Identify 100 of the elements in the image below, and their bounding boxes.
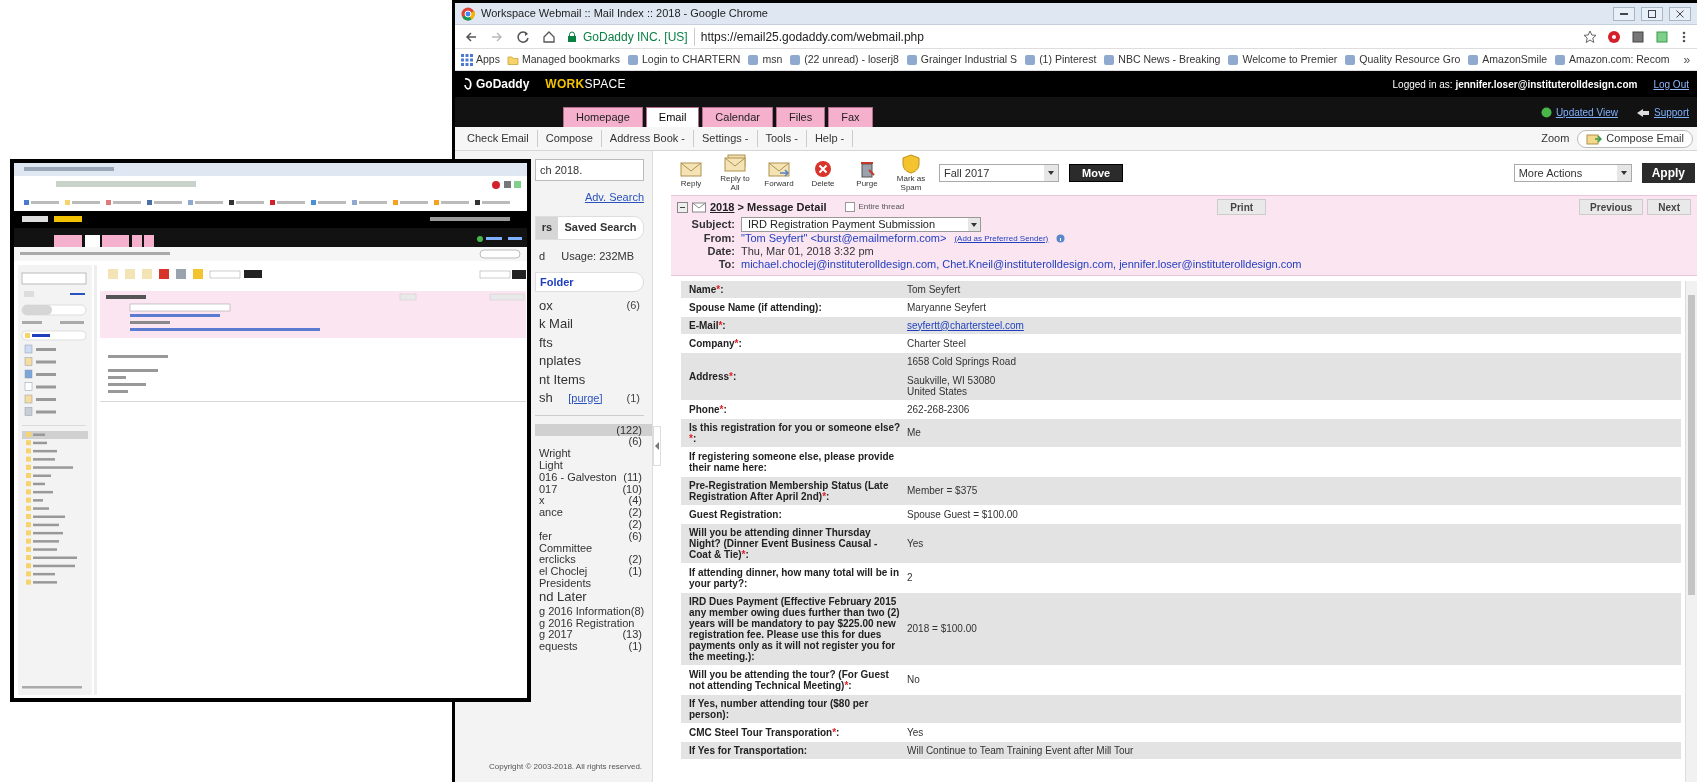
menu-item[interactable]: Compose bbox=[537, 130, 602, 147]
reload-button[interactable] bbox=[515, 28, 531, 45]
folder-item[interactable]: nt Items bbox=[539, 369, 586, 389]
folder-item[interactable]: g 2016 Information(8) bbox=[535, 605, 652, 617]
next-button[interactable]: Next bbox=[1647, 199, 1691, 216]
more-bookmarks-button[interactable]: » bbox=[1683, 50, 1691, 69]
menu-item[interactable]: Check Email bbox=[459, 130, 538, 147]
toolbar-button[interactable]: Delete bbox=[803, 158, 843, 188]
new-folder-button[interactable]: Folder bbox=[535, 272, 644, 292]
folder-item[interactable]: k Mail bbox=[539, 314, 573, 334]
field-value: Tom Seyfert bbox=[907, 283, 962, 295]
support-link[interactable]: Support bbox=[1635, 104, 1689, 120]
nav-tab[interactable]: Calendar bbox=[702, 107, 773, 127]
purge-link[interactable]: [purge] bbox=[568, 389, 603, 406]
bookmark-link[interactable]: NBC News - Breaking bbox=[1103, 51, 1221, 68]
menu-item[interactable]: Help - bbox=[806, 130, 854, 147]
folder-item[interactable]: Light bbox=[535, 459, 652, 472]
folder-item[interactable]: el Choclej (1) bbox=[535, 565, 652, 578]
collapse-box-icon[interactable] bbox=[677, 201, 688, 213]
toolbar-button[interactable]: Reply bbox=[671, 158, 711, 188]
maximize-button[interactable] bbox=[1641, 6, 1663, 21]
bookmark-link[interactable]: Login to CHARTERN bbox=[627, 51, 741, 68]
email-link[interactable]: seyfertt@chartersteel.com bbox=[907, 319, 1024, 331]
folder-item[interactable]: fts bbox=[539, 332, 553, 352]
bookmark-link[interactable]: (1) Pinterest bbox=[1024, 51, 1097, 68]
scrollbar[interactable] bbox=[1685, 280, 1697, 782]
bookmark-link[interactable]: Amazon.com: Recom bbox=[1554, 51, 1670, 68]
nav-tab[interactable]: Homepage bbox=[563, 107, 643, 127]
favicon-icon bbox=[905, 53, 918, 66]
field-value: Spouse Guest = $100.00 bbox=[907, 508, 1019, 520]
folder-item[interactable]: sh bbox=[539, 388, 553, 408]
bookmark-link[interactable]: Grainger Industrial S bbox=[905, 51, 1018, 68]
bookmark-link[interactable]: Quality Resource Gro bbox=[1344, 51, 1461, 68]
collapse-sidebar-button[interactable] bbox=[653, 426, 661, 466]
toolbar-button[interactable]: Reply to All bbox=[715, 154, 755, 192]
lock-icon bbox=[567, 30, 577, 43]
bookmark-link[interactable]: Managed bookmarks bbox=[506, 51, 620, 68]
caret-icon bbox=[1616, 165, 1631, 181]
folder-item[interactable]: Committee bbox=[535, 541, 652, 554]
compose-email-button[interactable]: Compose Email bbox=[1577, 129, 1693, 148]
subject-select[interactable]: IRD Registration Payment Submission bbox=[741, 216, 981, 232]
window-title: Workspace Webmail :: Mail Index :: 2018 - Google Chrome bbox=[481, 6, 768, 22]
folder-item[interactable]: 017 (10) bbox=[535, 483, 652, 495]
folder-item[interactable]: (2) bbox=[535, 518, 652, 531]
folder-item[interactable]: 016 - Galveston (11) bbox=[535, 471, 652, 483]
folder-item[interactable]: ox bbox=[539, 295, 553, 315]
folder-item[interactable]: Presidents bbox=[535, 577, 652, 590]
nav-tab[interactable]: Email bbox=[645, 107, 700, 127]
search-field[interactable]: ch 2018. bbox=[535, 159, 644, 181]
folder-item[interactable]: (122) bbox=[535, 424, 652, 436]
star-icon[interactable] bbox=[1583, 29, 1597, 44]
folder-item[interactable]: fer (6) bbox=[535, 530, 652, 542]
add-sender-link[interactable]: (Add as Preferred Sender) bbox=[954, 231, 1049, 245]
folder-item[interactable]: nd Later bbox=[535, 589, 652, 606]
apply-button[interactable]: Apply bbox=[1641, 163, 1695, 183]
toolbar-button[interactable]: Forward bbox=[759, 158, 799, 188]
folder-item[interactable]: (6) bbox=[535, 435, 652, 448]
toolbar-button[interactable]: Purge bbox=[847, 158, 887, 188]
folder-item[interactable]: equests (1) bbox=[535, 640, 652, 653]
more-actions-select[interactable]: More Actions bbox=[1513, 164, 1632, 182]
menu-item[interactable]: Address Book - bbox=[601, 130, 695, 147]
bookmark-link[interactable]: msn bbox=[747, 51, 783, 68]
bookmark-link[interactable]: AmazonSmile bbox=[1467, 51, 1548, 68]
copyright-text: Copyright © 2003-2018. All rights reserved. bbox=[489, 762, 643, 771]
favicon-icon bbox=[1344, 53, 1357, 66]
close-button[interactable] bbox=[1669, 6, 1691, 21]
extension-icon[interactable] bbox=[1631, 29, 1645, 44]
bookmark-link[interactable]: Welcome to Premier bbox=[1227, 51, 1338, 68]
menu-item[interactable]: Settings - bbox=[694, 130, 758, 147]
forward-icon bbox=[490, 29, 504, 44]
bookmark-link[interactable]: (22 unread) - loserj8 bbox=[789, 51, 899, 68]
advanced-search-link[interactable]: Adv. Search bbox=[584, 189, 644, 206]
nav-tab[interactable]: Files bbox=[776, 107, 826, 127]
field-value: Charter Steel bbox=[907, 337, 967, 349]
folder-link[interactable]: 2018 bbox=[710, 201, 735, 213]
previous-button[interactable]: Previous bbox=[1579, 199, 1644, 216]
folder-item[interactable]: erclicks (2) bbox=[535, 553, 652, 566]
address-url[interactable]: https://email25.godaddy.com/webmail.php bbox=[700, 27, 924, 46]
nav-tab[interactable]: Fax bbox=[828, 107, 873, 127]
folder-item[interactable]: g 2017 (13) bbox=[535, 628, 652, 641]
toolbar-button[interactable]: Mark as Spam bbox=[891, 154, 931, 192]
minimize-button[interactable] bbox=[1613, 6, 1635, 21]
folder-item[interactable]: x (4) bbox=[535, 494, 652, 507]
sidebar-tab[interactable]: rs bbox=[536, 216, 558, 239]
folder-item[interactable]: nplates bbox=[539, 351, 581, 371]
bookmark-link[interactable]: Apps bbox=[461, 51, 500, 68]
field-value: Member = $375 bbox=[907, 485, 979, 496]
entire-thread-checkbox[interactable] bbox=[844, 202, 855, 213]
logout-link[interactable]: Log Out bbox=[1653, 76, 1689, 92]
updated-view-link[interactable]: Updated View bbox=[1540, 104, 1618, 120]
folder-select[interactable]: Fall 2017 bbox=[939, 164, 1059, 182]
menu-item[interactable]: Tools - bbox=[757, 130, 807, 147]
pin-icon[interactable] bbox=[1607, 29, 1621, 44]
folder-item[interactable]: Wright bbox=[535, 447, 652, 460]
folder-item[interactable]: ance (2) bbox=[535, 506, 652, 519]
move-button[interactable]: Move bbox=[1069, 164, 1124, 182]
folder-item[interactable]: g 2016 Registration bbox=[535, 616, 652, 629]
print-button[interactable]: Print bbox=[1217, 199, 1267, 216]
unread-count: (6) bbox=[626, 298, 640, 313]
field-label: If Yes, number attending tour ($80 per person): bbox=[689, 697, 870, 720]
